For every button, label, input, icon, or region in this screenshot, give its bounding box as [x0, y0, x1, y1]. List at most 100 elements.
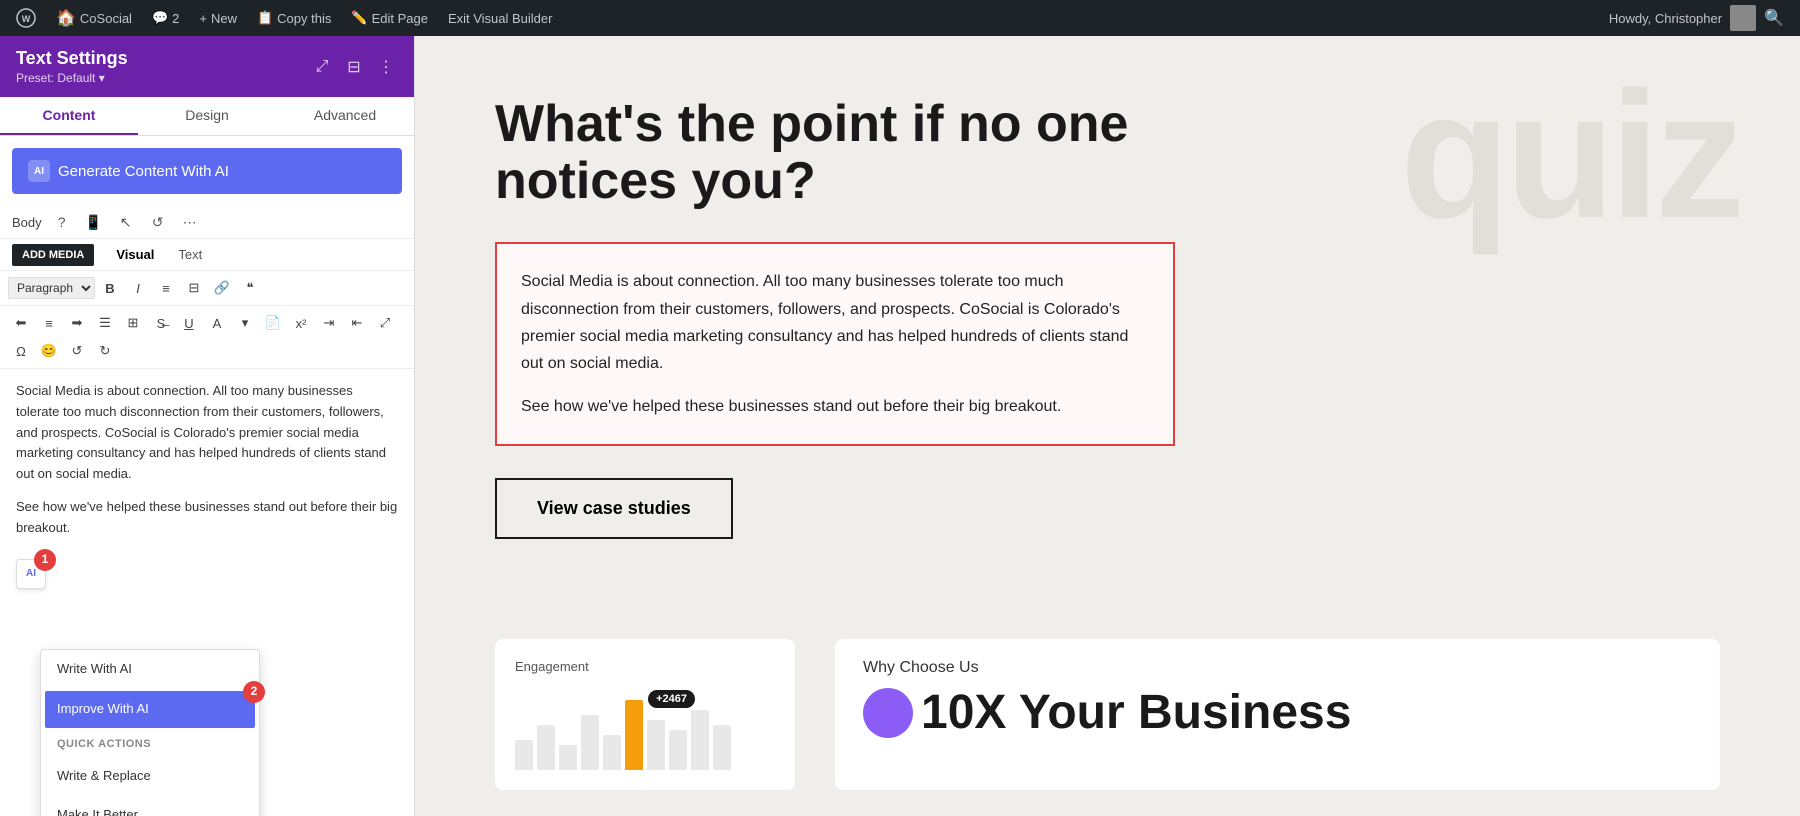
generate-ai-button[interactable]: AI Generate Content With AI [12, 148, 402, 194]
visual-tab[interactable]: Visual [106, 243, 164, 266]
italic-button[interactable]: I [125, 275, 151, 301]
chart-bar-2 [537, 725, 555, 770]
columns-icon[interactable]: ⊟ [342, 55, 366, 79]
paste-plain-button[interactable]: 📄 [260, 310, 286, 336]
engagement-label: Engagement [515, 659, 775, 674]
add-media-button[interactable]: ADD MEDIA [12, 244, 94, 266]
page-headline: What's the point if no one notices you? [495, 96, 1175, 210]
ai-dropdown-menu: Write With AI Improve With AI 2 Quick Ac… [40, 649, 260, 816]
chart-bar-9 [691, 710, 709, 770]
view-case-studies-button[interactable]: View case studies [495, 478, 733, 539]
cosocial-link[interactable]: 🏠 CoSocial [48, 0, 140, 36]
body-label: Body [12, 215, 42, 230]
howdy-link[interactable]: Howdy, Christopher 🔍 [1601, 0, 1792, 36]
color-button[interactable]: A [204, 310, 230, 336]
text-tab[interactable]: Text [168, 243, 212, 266]
body-paragraph-1: Social Media is about connection. All to… [521, 268, 1149, 377]
align-right-button[interactable]: ➡ [64, 310, 90, 336]
badge-2: 2 [243, 681, 265, 703]
chart-bubble: +2467 [648, 690, 695, 708]
admin-bar-right: Howdy, Christopher 🔍 [1601, 0, 1792, 36]
more-options-icon[interactable]: ⋮ [374, 55, 398, 79]
fullscreen-btn[interactable]: ⤢ [372, 310, 398, 336]
subscript-button[interactable]: x² [288, 310, 314, 336]
write-replace-item[interactable]: Write & Replace [41, 757, 259, 796]
align-center-button[interactable]: ≡ [36, 310, 62, 336]
paragraph-select[interactable]: Paragraph Heading 1 Heading 2 [8, 277, 95, 299]
wp-logo[interactable]: W [8, 0, 44, 36]
underline-button[interactable]: U [176, 310, 202, 336]
color-down-button[interactable]: ▾ [232, 310, 258, 336]
panel-header: Text Settings Preset: Default ▾ ⤢ ⊟ ⋮ [0, 36, 414, 97]
chart-bar-5 [603, 735, 621, 770]
improve-with-ai-item[interactable]: Improve With AI 2 [45, 691, 255, 728]
editor-paragraph-2: See how we've helped these businesses st… [16, 497, 398, 539]
left-panel: Text Settings Preset: Default ▾ ⤢ ⊟ ⋮ Co… [0, 36, 415, 816]
mobile-icon[interactable]: 📱 [82, 210, 106, 234]
cursor-icon[interactable]: ↖ [114, 210, 138, 234]
format-toolbar-1: Paragraph Heading 1 Heading 2 B I ≡ ⊟ 🔗 … [0, 271, 414, 306]
chart-bar-10 [713, 725, 731, 770]
chart-bar-1 [515, 740, 533, 770]
edit-page-link[interactable]: ✏️ Edit Page [343, 0, 436, 36]
link-button[interactable]: 🔗 [209, 275, 235, 301]
quick-actions-label: Quick Actions [41, 730, 259, 758]
visual-text-tabs: ADD MEDIA Visual Text [0, 239, 414, 271]
admin-bar: W 🏠 CoSocial 💬 2 + New 📋 Copy this ✏️ Ed… [0, 0, 1800, 36]
undo-fmt-button[interactable]: ↺ [64, 338, 90, 364]
why-choose-card: Why Choose Us 10X Your Business [835, 639, 1720, 790]
chart-bar-7 [647, 720, 665, 770]
fullscreen-icon[interactable]: ⤢ [310, 55, 334, 79]
badge-1: 1 [34, 549, 56, 571]
editor-content[interactable]: Social Media is about connection. All to… [0, 369, 414, 816]
body-paragraph-2: See how we've helped these businesses st… [521, 393, 1149, 420]
chart-bar-4 [581, 715, 599, 770]
table-button[interactable]: ⊞ [120, 310, 146, 336]
tab-design[interactable]: Design [138, 97, 276, 135]
chart-bar-6 [625, 700, 643, 770]
unordered-list-button[interactable]: ≡ [153, 275, 179, 301]
make-better-item[interactable]: Make It Better [41, 796, 259, 816]
engagement-chart: +2467 [515, 690, 775, 770]
svg-text:W: W [22, 14, 31, 24]
justify-button[interactable]: ☰ [92, 310, 118, 336]
editor-toolbar-top: Body ? 📱 ↖ ↺ ⋯ [0, 206, 414, 239]
bottom-section: Engagement +2467 Why [415, 639, 1800, 816]
blockquote-button[interactable]: ❝ [237, 275, 263, 301]
chart-bar-3 [559, 745, 577, 770]
tab-advanced[interactable]: Advanced [276, 97, 414, 135]
more-icon[interactable]: ⋯ [178, 210, 202, 234]
main-layout: Text Settings Preset: Default ▾ ⤢ ⊟ ⋮ Co… [0, 36, 1800, 816]
panel-header-text: Text Settings Preset: Default ▾ [16, 48, 128, 85]
highlighted-text-block: Social Media is about connection. All to… [495, 242, 1175, 446]
emoji-button[interactable]: 😊 [36, 338, 62, 364]
format-toolbar-2: ⬅ ≡ ➡ ☰ ⊞ S̶ U A ▾ 📄 x² ⇥ ⇤ ⤢ Ω 😊 ↺ ↻ [0, 306, 414, 369]
help-icon[interactable]: ? [50, 210, 74, 234]
why-choose-title: Why Choose Us [863, 659, 1692, 677]
ten-x-circle [863, 688, 913, 738]
page-content: What's the point if no one notices you? … [415, 36, 1315, 639]
tab-content[interactable]: Content [0, 97, 138, 135]
new-link[interactable]: + New [191, 0, 245, 36]
comments-link[interactable]: 💬 2 [144, 0, 187, 36]
copy-link[interactable]: 📋 Copy this [249, 0, 339, 36]
strikethrough-button[interactable]: S̶ [148, 310, 174, 336]
write-with-ai-item[interactable]: Write With AI [41, 650, 259, 689]
outdent-button[interactable]: ⇤ [344, 310, 370, 336]
exit-builder-link[interactable]: Exit Visual Builder [440, 0, 561, 36]
chart-bar-8 [669, 730, 687, 770]
panel-header-icons: ⤢ ⊟ ⋮ [310, 55, 398, 79]
align-left-button[interactable]: ⬅ [8, 310, 34, 336]
panel-preset: Preset: Default ▾ [16, 71, 128, 85]
ai-icon: AI [28, 160, 50, 182]
panel-title: Text Settings [16, 48, 128, 69]
bold-button[interactable]: B [97, 275, 123, 301]
indent-button[interactable]: ⇥ [316, 310, 342, 336]
special-char-button[interactable]: Ω [8, 338, 34, 364]
right-content: quiz What's the point if no one notices … [415, 36, 1800, 816]
engagement-card: Engagement +2467 [495, 639, 795, 790]
redo-fmt-button[interactable]: ↻ [92, 338, 118, 364]
ordered-list-button[interactable]: ⊟ [181, 275, 207, 301]
undo-icon[interactable]: ↺ [146, 210, 170, 234]
panel-tabs: Content Design Advanced [0, 97, 414, 136]
